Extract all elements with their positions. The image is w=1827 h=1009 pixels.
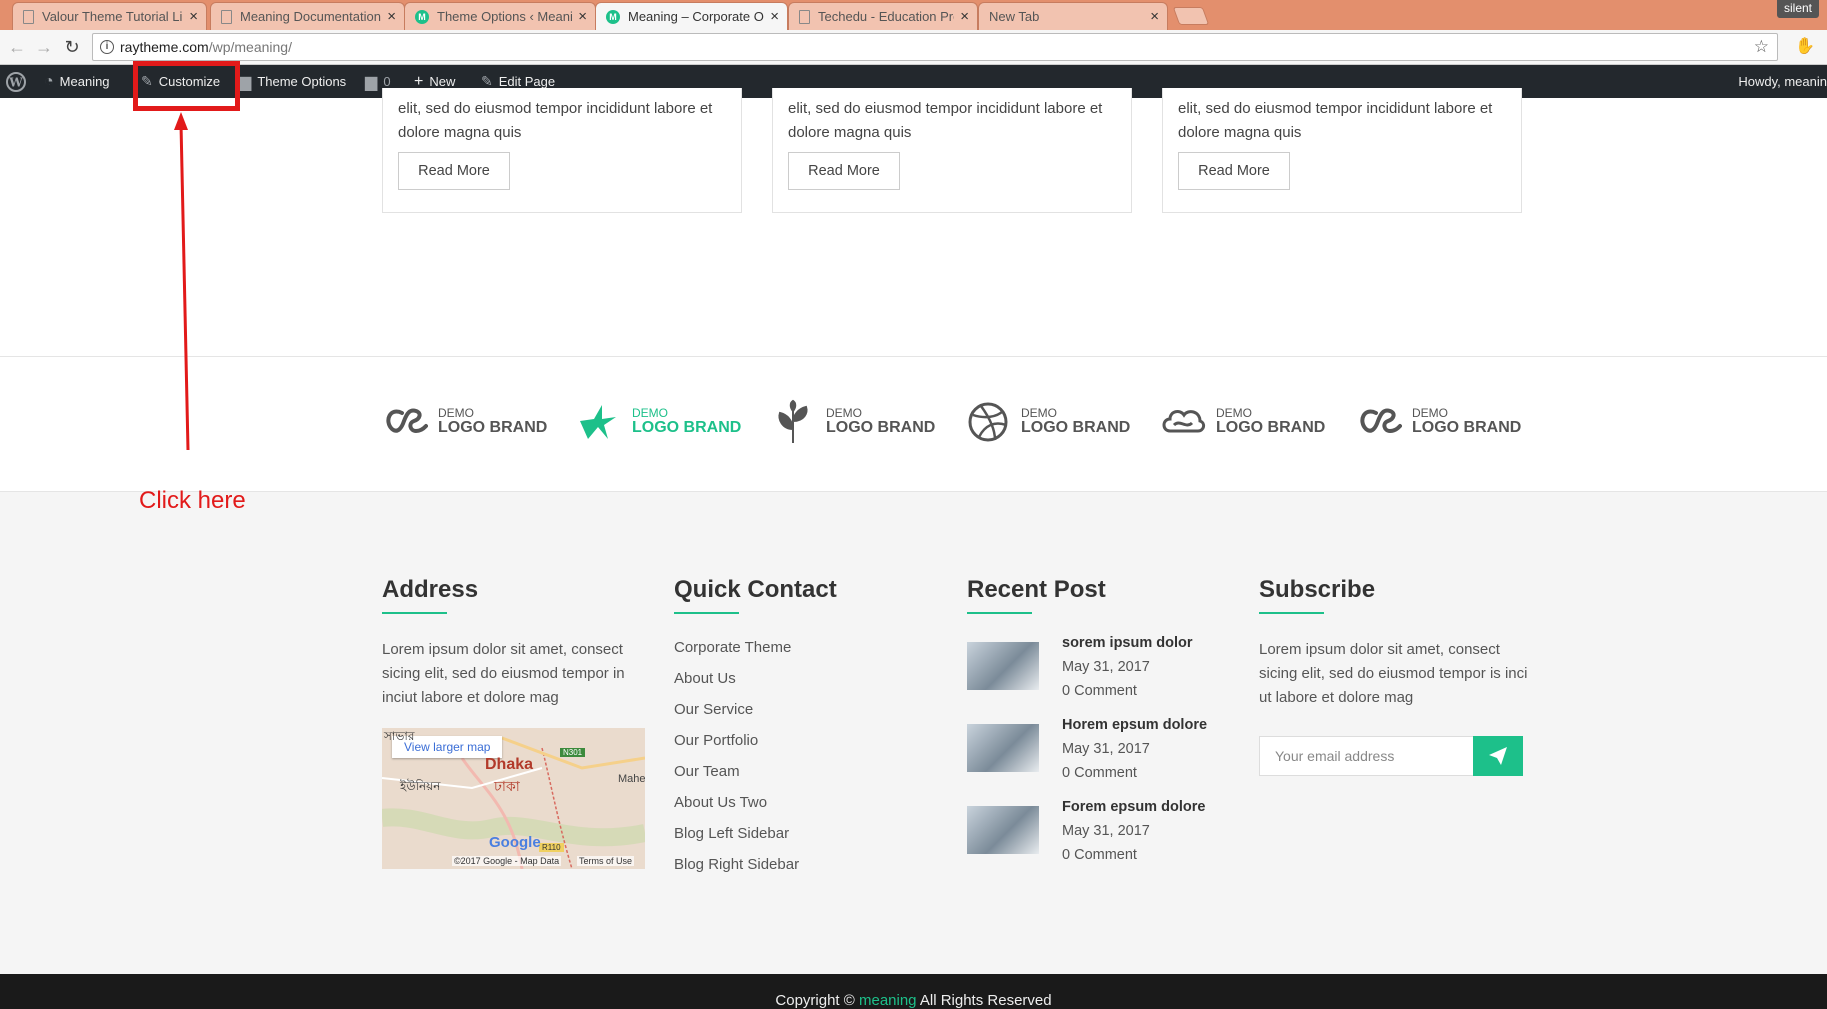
annotation-label: Click here (139, 487, 246, 514)
brand-logo-strip: DEMO LOGO BRAND DEMO LOGO BRAND DEMO LOGO B… (0, 356, 1827, 492)
browser-tab[interactable]: M Theme Options ‹ Meanin × (404, 2, 596, 30)
brand-logo[interactable]: DEMO LOGO BRAND (1356, 397, 1521, 447)
post-thumbnail[interactable] (967, 806, 1039, 854)
read-more-button[interactable]: Read More (788, 152, 900, 190)
browser-tab-strip: Valour Theme Tutorial Li × Meaning Docum… (0, 0, 1827, 30)
read-more-button[interactable]: Read More (1178, 152, 1290, 190)
tab-close-icon[interactable]: × (770, 8, 779, 25)
lastfm-icon (386, 408, 428, 434)
forward-arrow-icon[interactable]: → (34, 37, 54, 57)
map-city-label: Dhaka (485, 756, 534, 773)
footer-heading: Address (382, 576, 652, 614)
footer-recent-post-column: Recent Post sorem ipsum dolor May 31, 20… (967, 576, 1237, 876)
extension-icon[interactable]: ✋ (1795, 36, 1815, 56)
info-icon[interactable]: i (100, 40, 114, 54)
map-terms-link[interactable]: Terms of Use (577, 856, 635, 866)
browser-tab[interactable]: New Tab × (978, 2, 1168, 30)
site-footer: Address Lorem ipsum dolor sit amet, cons… (0, 492, 1827, 974)
browser-tab[interactable]: Meaning Documentation × (210, 2, 405, 30)
post-thumbnail[interactable] (967, 724, 1039, 772)
brand-logo[interactable]: DEMO LOGO BRAND (576, 397, 741, 447)
page-icon (221, 9, 232, 24)
dribbble-icon (968, 402, 1008, 442)
footer-heading: Subscribe (1259, 576, 1529, 614)
browser-tab-active[interactable]: M Meaning – Corporate On × (595, 2, 788, 30)
dashboard-icon: ◔ (44, 72, 54, 90)
comment-icon: ▆ (365, 73, 378, 91)
page-icon (23, 9, 34, 24)
bird-icon (580, 405, 616, 439)
recent-post-item[interactable]: Forem epsum dolore May 31, 2017 0 Commen… (967, 794, 1237, 876)
annotation-arrow (174, 112, 190, 451)
browser-toolbar: ← → ↻ i raytheme.com/wp/meaning/ ☆ ✋ (0, 30, 1827, 65)
footer-link[interactable]: Our Portfolio (674, 725, 944, 756)
browser-tab[interactable]: Techedu - Education Pre × (788, 2, 978, 30)
footer-link[interactable]: About Us Two (674, 787, 944, 818)
subscribe-button[interactable] (1473, 736, 1523, 776)
reload-icon[interactable]: ↻ (62, 37, 82, 57)
tab-close-icon[interactable]: × (960, 8, 969, 25)
service-card: elit, sed do eiusmod tempor incididunt l… (772, 88, 1132, 213)
footer-heading: Quick Contact (674, 576, 944, 614)
wordpress-logo-icon[interactable]: W (6, 65, 26, 98)
post-thumbnail[interactable] (967, 642, 1039, 690)
meaning-favicon-icon: M (415, 9, 429, 24)
theme-options-menu[interactable]: ▆ Theme Options (239, 65, 346, 98)
page-content: elit, sed do eiusmod tempor incididunt l… (0, 88, 1827, 1009)
recent-post-item[interactable]: Horem epsum dolore May 31, 2017 0 Commen… (967, 712, 1237, 794)
page-icon (799, 9, 810, 24)
footer-link[interactable]: Blog Left Sidebar (674, 818, 944, 849)
brand-logo[interactable]: DEMO LOGO BRAND (965, 397, 1130, 447)
browser-tab[interactable]: Valour Theme Tutorial Li × (12, 2, 207, 30)
back-arrow-icon[interactable]: ← (7, 37, 27, 57)
copyright-bar: Copyright © meaning All Rights Reserved (0, 974, 1827, 1009)
google-logo: Google (489, 834, 541, 851)
footer-address-column: Address Lorem ipsum dolor sit amet, cons… (382, 576, 652, 869)
footer-quick-contact-column: Quick Contact Corporate Theme About Us O… (674, 576, 944, 880)
service-card: elit, sed do eiusmod tempor incididunt l… (382, 88, 742, 213)
leaf-icon (778, 399, 808, 443)
copyright-brand-link[interactable]: meaning (859, 992, 917, 1009)
footer-link[interactable]: Our Team (674, 756, 944, 787)
site-name-menu[interactable]: ◔ Meaning (44, 65, 110, 98)
read-more-button[interactable]: Read More (398, 152, 510, 190)
tab-close-icon[interactable]: × (578, 8, 587, 25)
svg-text:W: W (8, 75, 23, 89)
footer-link[interactable]: Corporate Theme (674, 632, 944, 663)
send-icon (1489, 747, 1507, 765)
footer-link[interactable]: About Us (674, 663, 944, 694)
url-text[interactable]: raytheme.com/wp/meaning/ (120, 39, 292, 55)
tab-close-icon[interactable]: × (189, 8, 198, 25)
address-bar[interactable]: i raytheme.com/wp/meaning/ ☆ (92, 33, 1778, 61)
tab-close-icon[interactable]: × (1150, 8, 1159, 25)
email-input[interactable]: Your email address (1259, 736, 1474, 776)
footer-link[interactable]: Our Service (674, 694, 944, 725)
cloud-icon (1162, 410, 1206, 433)
embedded-map[interactable]: View larger map সাভার ইউনিয়ন Dhaka ঢাকা… (382, 728, 645, 869)
new-tab-button[interactable] (1172, 7, 1210, 25)
folder-icon: ▆ (239, 73, 252, 91)
howdy-user-menu[interactable]: Howdy, meanin (1738, 65, 1827, 98)
footer-heading: Recent Post (967, 576, 1237, 614)
profile-badge[interactable]: silent (1776, 0, 1819, 18)
brand-logo[interactable]: DEMO LOGO BRAND (770, 397, 935, 447)
footer-link[interactable]: Blog Right Sidebar (674, 849, 944, 880)
tab-close-icon[interactable]: × (387, 8, 396, 25)
brand-logo[interactable]: DEMO LOGO BRAND (1160, 397, 1325, 447)
brand-logo[interactable]: DEMO LOGO BRAND (382, 397, 547, 447)
service-card: elit, sed do eiusmod tempor incididunt l… (1162, 88, 1522, 213)
annotation-highlight-box (133, 61, 240, 111)
recent-post-item[interactable]: sorem ipsum dolor May 31, 2017 0 Comment (967, 630, 1237, 712)
lastfm-icon (1360, 408, 1402, 434)
recent-post-list: sorem ipsum dolor May 31, 2017 0 Comment… (967, 630, 1237, 876)
meaning-favicon-icon: M (606, 9, 620, 24)
footer-subscribe-column: Subscribe Lorem ipsum dolor sit amet, co… (1259, 576, 1529, 776)
quick-contact-links: Corporate Theme About Us Our Service Our… (674, 632, 944, 880)
bookmark-star-icon[interactable]: ☆ (1754, 37, 1769, 57)
